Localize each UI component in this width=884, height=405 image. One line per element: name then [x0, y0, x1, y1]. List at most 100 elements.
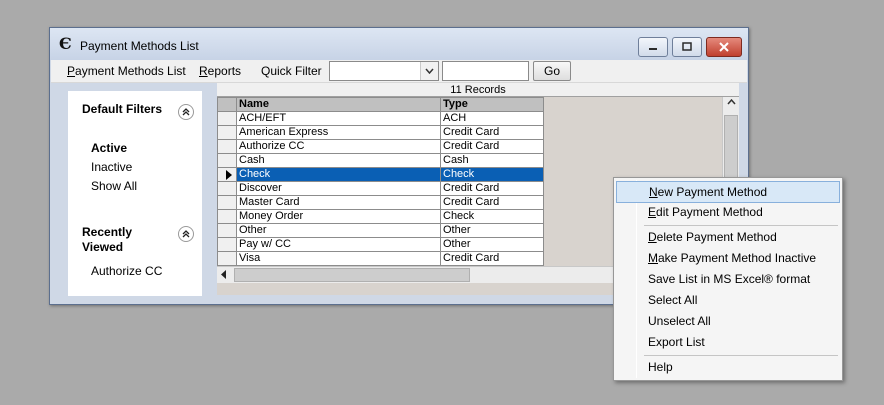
scroll-left-icon[interactable] — [221, 270, 227, 279]
menu-item-label: ake Payment Method Inactive — [658, 251, 817, 265]
row-selector[interactable] — [217, 223, 237, 238]
menu-item-label: ew Payment Method — [657, 185, 768, 199]
filter-active[interactable]: Active — [91, 141, 127, 155]
row-selector[interactable] — [217, 167, 237, 182]
context-menu: New Payment Method Edit Payment Method D… — [613, 177, 843, 381]
cell-type[interactable]: Credit Card — [440, 195, 544, 210]
menu-item-delete-payment-method[interactable]: Delete Payment Method — [616, 227, 840, 249]
default-filters-collapse-button[interactable] — [178, 104, 194, 120]
maximize-button[interactable] — [672, 37, 702, 57]
menu-separator — [644, 225, 838, 226]
menu-item-select-all[interactable]: Select All — [616, 290, 840, 312]
row-selector[interactable] — [217, 195, 237, 210]
scroll-up-icon[interactable] — [727, 99, 736, 105]
accel-key: N — [649, 185, 658, 199]
title-bar[interactable]: Є Payment Methods List — [50, 28, 748, 60]
cell-name[interactable]: Money Order — [236, 209, 441, 224]
cell-type[interactable]: Credit Card — [440, 139, 544, 154]
filter-show-all[interactable]: Show All — [91, 179, 137, 193]
cell-type[interactable]: Other — [440, 223, 544, 238]
double-chevron-up-icon — [182, 230, 190, 238]
menu-payment-methods-list[interactable]: Payment Methods List — [67, 64, 186, 78]
menu-reports-rest: eports — [207, 64, 242, 78]
cell-name[interactable]: American Express — [236, 125, 441, 140]
table-row[interactable]: Discover Credit Card — [217, 181, 544, 196]
current-row-arrow-icon — [226, 169, 232, 180]
menu-item-help[interactable]: Help — [616, 357, 840, 379]
app-icon: Є — [59, 34, 72, 53]
row-selector[interactable] — [217, 209, 237, 224]
recently-viewed-collapse-button[interactable] — [178, 226, 194, 242]
cell-type[interactable]: Cash — [440, 153, 544, 168]
menu-item-save-excel[interactable]: Save List in MS Excel® format — [616, 269, 840, 291]
row-selector[interactable] — [217, 181, 237, 196]
column-header-type[interactable]: Type — [440, 97, 544, 112]
table-row[interactable]: ACH/EFT ACH — [217, 111, 544, 126]
cell-name[interactable]: Master Card — [236, 195, 441, 210]
table-row[interactable]: Money Order Check — [217, 209, 544, 224]
table-row[interactable]: Authorize CC Credit Card — [217, 139, 544, 154]
maximize-icon — [682, 42, 692, 51]
horizontal-scroll-thumb[interactable] — [234, 268, 470, 282]
table-row[interactable]: Master Card Credit Card — [217, 195, 544, 210]
row-selector[interactable] — [217, 251, 237, 266]
cell-type[interactable]: Credit Card — [440, 251, 544, 266]
quick-filter-text-input[interactable] — [442, 61, 529, 81]
quick-filter-label: Quick Filter — [261, 64, 322, 78]
row-selector[interactable] — [217, 139, 237, 154]
row-selector[interactable] — [217, 237, 237, 252]
default-filters-heading: Default Filters — [82, 102, 163, 116]
menu-separator — [644, 355, 838, 356]
go-button[interactable]: Go — [533, 61, 571, 81]
row-selector[interactable] — [217, 111, 237, 126]
records-count: 11 Records — [217, 83, 739, 97]
menu-bar: Payment Methods List Reports Quick Filte… — [51, 60, 747, 83]
row-selector[interactable] — [217, 153, 237, 168]
menu-item-new-payment-method[interactable]: New Payment Method — [616, 181, 840, 203]
cell-name[interactable]: Cash — [236, 153, 441, 168]
cell-name[interactable]: Other — [236, 223, 441, 238]
table-row-selected[interactable]: Check Check — [217, 167, 544, 182]
table-row[interactable]: American Express Credit Card — [217, 125, 544, 140]
row-selector[interactable] — [217, 125, 237, 140]
recently-viewed-heading-line1: Recently — [82, 225, 133, 239]
menu-item-label: dit Payment Method — [656, 205, 763, 219]
dropdown-arrow[interactable] — [420, 62, 438, 80]
cell-name[interactable]: ACH/EFT — [236, 111, 441, 126]
cell-type[interactable]: ACH — [440, 111, 544, 126]
cell-type[interactable]: Check — [440, 167, 544, 182]
menu-item-edit-payment-method[interactable]: Edit Payment Method — [616, 202, 840, 224]
double-chevron-up-icon — [182, 108, 190, 116]
recent-item-authorize-cc[interactable]: Authorize CC — [91, 264, 162, 278]
cell-name[interactable]: Discover — [236, 181, 441, 196]
menu-reports[interactable]: Reports — [199, 64, 241, 78]
filter-inactive[interactable]: Inactive — [91, 160, 132, 174]
cell-name[interactable]: Visa — [236, 251, 441, 266]
accel-key: D — [648, 230, 657, 244]
cell-type[interactable]: Credit Card — [440, 125, 544, 140]
accel-key: M — [648, 251, 658, 265]
menu-item-make-inactive[interactable]: Make Payment Method Inactive — [616, 248, 840, 270]
menu-item-export-list[interactable]: Export List — [616, 332, 840, 354]
table-row[interactable]: Visa Credit Card — [217, 251, 544, 266]
cell-type[interactable]: Check — [440, 209, 544, 224]
cell-type[interactable]: Credit Card — [440, 181, 544, 196]
menu-item-label: elete Payment Method — [656, 230, 777, 244]
close-icon — [719, 42, 729, 52]
menu-item-unselect-all[interactable]: Unselect All — [616, 311, 840, 333]
column-header-name[interactable]: Name — [236, 97, 441, 112]
window-title: Payment Methods List — [80, 39, 199, 53]
accel-key: E — [648, 205, 657, 219]
table-row[interactable]: Cash Cash — [217, 153, 544, 168]
filters-sidebar: Default Filters Active Inactive Show All… — [68, 91, 202, 296]
table-row[interactable]: Pay w/ CC Other — [217, 237, 544, 252]
cell-name[interactable]: Pay w/ CC — [236, 237, 441, 252]
quick-filter-dropdown[interactable] — [329, 61, 439, 81]
close-button[interactable] — [706, 37, 742, 57]
row-selector-header — [217, 97, 237, 112]
minimize-button[interactable] — [638, 37, 668, 57]
cell-name[interactable]: Authorize CC — [236, 139, 441, 154]
table-row[interactable]: Other Other — [217, 223, 544, 238]
cell-name[interactable]: Check — [236, 167, 441, 182]
cell-type[interactable]: Other — [440, 237, 544, 252]
